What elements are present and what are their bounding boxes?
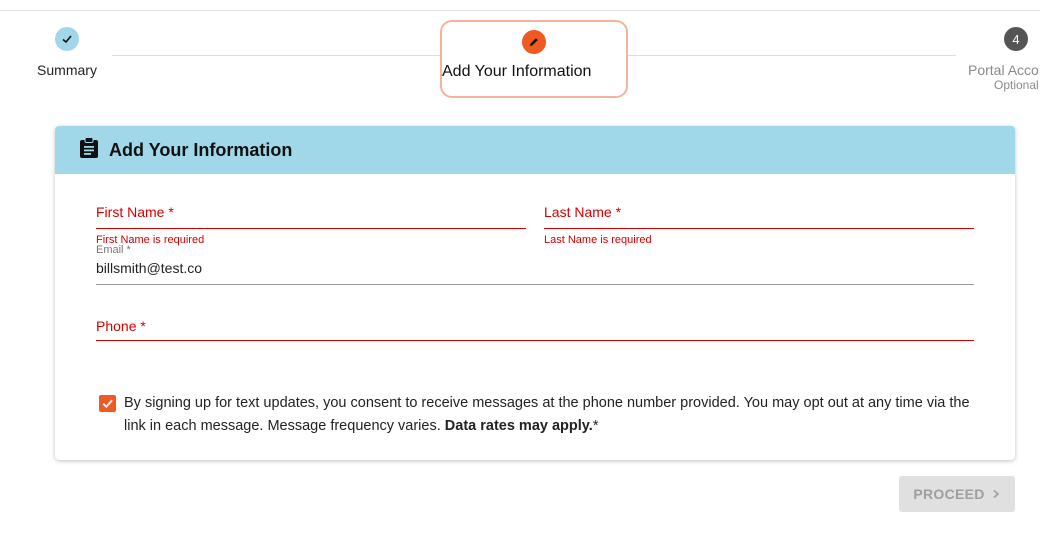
proceed-label: PROCEED xyxy=(913,486,985,502)
email-field[interactable]: Email * billsmith@test.co xyxy=(96,244,974,286)
card-title: Add Your Information xyxy=(109,139,293,160)
check-icon xyxy=(55,27,79,51)
proceed-button[interactable]: PROCEED xyxy=(899,476,1015,512)
phone-underline xyxy=(96,340,974,341)
consent-checkbox[interactable] xyxy=(99,395,116,412)
consent-data-rates: Data rates may apply. xyxy=(444,418,593,434)
phone-field[interactable]: Phone * xyxy=(96,318,974,344)
clipboard-icon xyxy=(79,136,99,164)
step-label: Summary xyxy=(37,62,97,78)
information-form-card: Add Your Information First Name * First … xyxy=(55,126,1015,460)
sms-consent: By signing up for text updates, you cons… xyxy=(99,392,979,438)
first-name-underline xyxy=(96,228,526,229)
last-name-underline xyxy=(544,228,974,229)
step-label: Add Your Information xyxy=(442,63,592,80)
first-name-field[interactable]: First Name * First Name is required xyxy=(96,204,526,246)
step-sublabel: Optional xyxy=(994,78,1039,92)
chevron-right-icon xyxy=(991,486,1001,502)
checkmark-icon xyxy=(102,399,113,409)
step-portal-account[interactable]: 4 Portal Acco Optional xyxy=(968,27,1040,92)
step-number-badge: 4 xyxy=(1004,27,1028,51)
step-summary[interactable]: Summary xyxy=(30,27,104,78)
phone-label: Phone * xyxy=(96,318,146,334)
email-value: billsmith@test.co xyxy=(96,260,203,276)
email-underline xyxy=(96,284,974,285)
last-name-label: Last Name * xyxy=(544,204,622,220)
step-connector xyxy=(112,55,442,56)
pencil-icon xyxy=(522,30,546,54)
card-header: Add Your Information xyxy=(55,126,1015,174)
consent-required-mark: * xyxy=(592,418,599,434)
last-name-field[interactable]: Last Name * Last Name is required xyxy=(544,204,974,246)
step-label: Portal Acco xyxy=(968,62,1039,78)
first-name-label: First Name * xyxy=(96,204,174,220)
consent-text: By signing up for text updates, you cons… xyxy=(124,392,979,438)
email-label: Email * xyxy=(96,244,131,256)
step-connector xyxy=(626,55,956,56)
step-add-your-information[interactable]: Add Your Information xyxy=(440,20,628,98)
progress-stepper: Summary Add Your Information 4 Portal Ac… xyxy=(0,0,1040,110)
